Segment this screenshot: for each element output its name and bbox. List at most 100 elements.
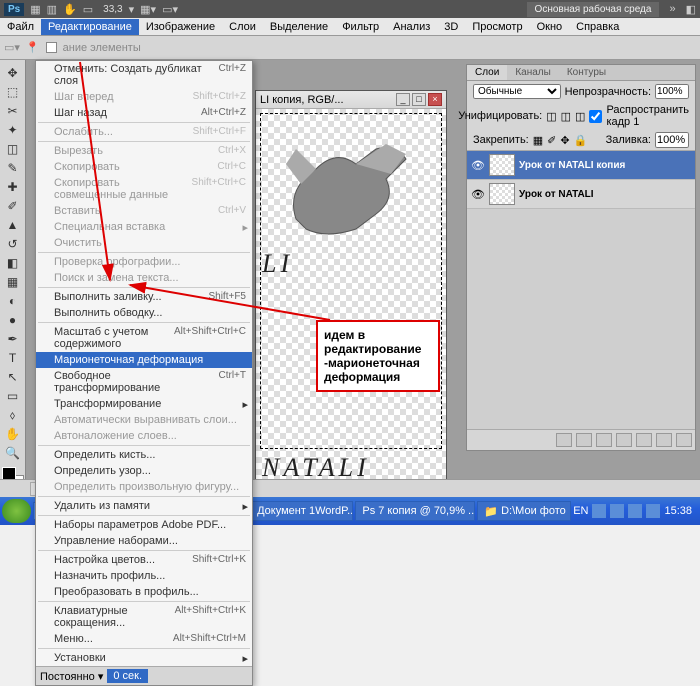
menu-слои[interactable]: Слои [222, 19, 263, 35]
maximize-button[interactable]: □ [412, 93, 426, 106]
history-brush-tool[interactable]: ↺ [3, 235, 23, 253]
menu-файл[interactable]: Файл [0, 19, 41, 35]
unify-icon[interactable]: ◫ [546, 110, 556, 123]
tool-preset-icon[interactable]: ▭▾ [4, 41, 20, 54]
unify-icon2[interactable]: ◫ [561, 110, 571, 123]
menu-окно[interactable]: Окно [530, 19, 570, 35]
menu-item[interactable]: Настройка цветов...Shift+Ctrl+K [36, 552, 252, 568]
gradient-tool[interactable]: ▦ [3, 273, 23, 291]
marquee-tool[interactable]: ⬚ [3, 83, 23, 101]
group-button[interactable] [636, 433, 652, 447]
3d-tool[interactable]: ⬨ [3, 406, 23, 424]
menu-выделение[interactable]: Выделение [263, 19, 335, 35]
menu-анализ[interactable]: Анализ [386, 19, 437, 35]
fill-input[interactable] [655, 132, 689, 148]
blend-mode-select[interactable]: Обычные [473, 84, 561, 99]
menu-item[interactable]: Меню...Alt+Shift+Ctrl+M [36, 631, 252, 647]
menu-просмотр[interactable]: Просмотр [465, 19, 529, 35]
brush-tool[interactable]: ✐ [3, 197, 23, 215]
doc-titlebar[interactable]: LI копия, RGB/... _ □ × [256, 91, 446, 109]
menu-item[interactable]: Выполнить заливку...Shift+F5 [36, 289, 252, 305]
dropdown-arrow-icon[interactable]: ▾ [129, 3, 135, 16]
stamp-tool[interactable]: ▲ [3, 216, 23, 234]
menu-item[interactable]: Масштаб с учетом содержимогоAlt+Shift+Ct… [36, 324, 252, 352]
layer-row[interactable]: 👁Урок от NATALI [467, 180, 695, 209]
propagate-check[interactable] [589, 110, 602, 123]
start-button[interactable] [2, 499, 31, 523]
menu-item[interactable]: Удалить из памяти▸ [36, 498, 252, 514]
wand-tool[interactable]: ✦ [3, 121, 23, 139]
lock-trans-icon[interactable]: ▦ [533, 134, 543, 147]
menu-item[interactable]: Определить узор... [36, 463, 252, 479]
lock-move-icon[interactable]: ✥ [560, 134, 569, 147]
zoom-value[interactable]: 33,3 [103, 4, 122, 15]
panel-tab[interactable]: Слои [467, 65, 507, 80]
tray-icon4[interactable] [646, 504, 660, 518]
menu-изображение[interactable]: Изображение [139, 19, 222, 35]
heal-tool[interactable]: ✚ [3, 178, 23, 196]
layer-thumb[interactable] [489, 154, 515, 176]
menu-редактирование[interactable]: Редактирование [41, 19, 139, 35]
shape-tool[interactable]: ▭ [3, 387, 23, 405]
panel-tab[interactable]: Контуры [559, 65, 614, 80]
view-icon[interactable]: ▦▾ [140, 3, 156, 16]
minimize-button[interactable]: _ [396, 93, 410, 106]
zoom-tool[interactable]: 🔍 [3, 444, 23, 462]
pin-icon[interactable]: 📍 [26, 41, 40, 54]
adjustment-button[interactable] [616, 433, 632, 447]
menu-item[interactable]: Выполнить обводку... [36, 305, 252, 321]
menu-item[interactable]: Преобразовать в профиль... [36, 584, 252, 600]
opt-check[interactable] [46, 42, 57, 53]
mb-icon[interactable]: ▥ [47, 3, 57, 16]
menu-item[interactable]: Установки▸ [36, 650, 252, 666]
opacity-input[interactable] [655, 84, 689, 99]
blur-tool[interactable]: ◐ [3, 292, 23, 310]
crop-tool[interactable]: ◫ [3, 140, 23, 158]
tray-icon3[interactable] [628, 504, 642, 518]
menu-item[interactable]: Трансформирование▸ [36, 396, 252, 412]
menu-фильтр[interactable]: Фильтр [335, 19, 386, 35]
menu-item[interactable]: Наборы параметров Adobe PDF... [36, 517, 252, 533]
unify-icon3[interactable]: ◫ [575, 110, 585, 123]
lock-all-icon[interactable]: 🔒 [574, 134, 588, 147]
visibility-icon[interactable]: 👁 [471, 187, 485, 201]
menu-item[interactable]: Отменить: Создать дубликат слояCtrl+Z [36, 61, 252, 89]
task-folder[interactable]: 📁D:\Мои фото [477, 501, 571, 521]
link-layers-button[interactable] [556, 433, 572, 447]
type-tool[interactable]: T [3, 349, 23, 367]
chevrons-icon[interactable]: » [669, 3, 675, 15]
new-layer-button[interactable] [656, 433, 672, 447]
menu-3d[interactable]: 3D [437, 19, 465, 35]
canvas[interactable]: LI NATALI [256, 109, 446, 489]
lang-indicator[interactable]: EN [573, 505, 588, 517]
layers-empty-area[interactable] [467, 209, 695, 429]
menu-item[interactable]: Управление наборами... [36, 533, 252, 549]
layer-row[interactable]: 👁Урок от NATALI копия [467, 151, 695, 180]
move-tool[interactable]: ✥ [3, 64, 23, 82]
layer-thumb[interactable] [489, 183, 515, 205]
hand-icon[interactable]: ✋ [63, 3, 77, 16]
clock[interactable]: 15:38 [664, 505, 692, 517]
tray-icon2[interactable] [610, 504, 624, 518]
menu-item[interactable]: Клавиатурные сокращения...Alt+Shift+Ctrl… [36, 603, 252, 631]
eraser-tool[interactable]: ◧ [3, 254, 23, 272]
menu-справка[interactable]: Справка [569, 19, 626, 35]
panel-tab[interactable]: Каналы [507, 65, 559, 80]
lasso-tool[interactable]: ✂ [3, 102, 23, 120]
menu-item[interactable]: Шаг назадAlt+Ctrl+Z [36, 105, 252, 121]
eyedropper-tool[interactable]: ✎ [3, 159, 23, 177]
dodge-tool[interactable]: ● [3, 311, 23, 329]
cslive-icon[interactable]: ◧ [686, 3, 696, 16]
delete-layer-button[interactable] [676, 433, 692, 447]
visibility-icon[interactable]: 👁 [471, 158, 485, 172]
bridge-icon[interactable]: ▦ [30, 3, 40, 16]
screen-mode-icon[interactable]: ▭▾ [162, 3, 178, 16]
menu-item[interactable]: Определить кисть... [36, 447, 252, 463]
fx-button[interactable] [576, 433, 592, 447]
menu-item[interactable]: Назначить профиль... [36, 568, 252, 584]
task-ps[interactable]: Ps7 копия @ 70,9% ... [355, 501, 475, 521]
close-button[interactable]: × [428, 93, 442, 106]
lock-paint-icon[interactable]: ✐ [547, 134, 556, 147]
pen-tool[interactable]: ✒ [3, 330, 23, 348]
workspace-selector[interactable]: Основная рабочая среда [527, 2, 660, 17]
